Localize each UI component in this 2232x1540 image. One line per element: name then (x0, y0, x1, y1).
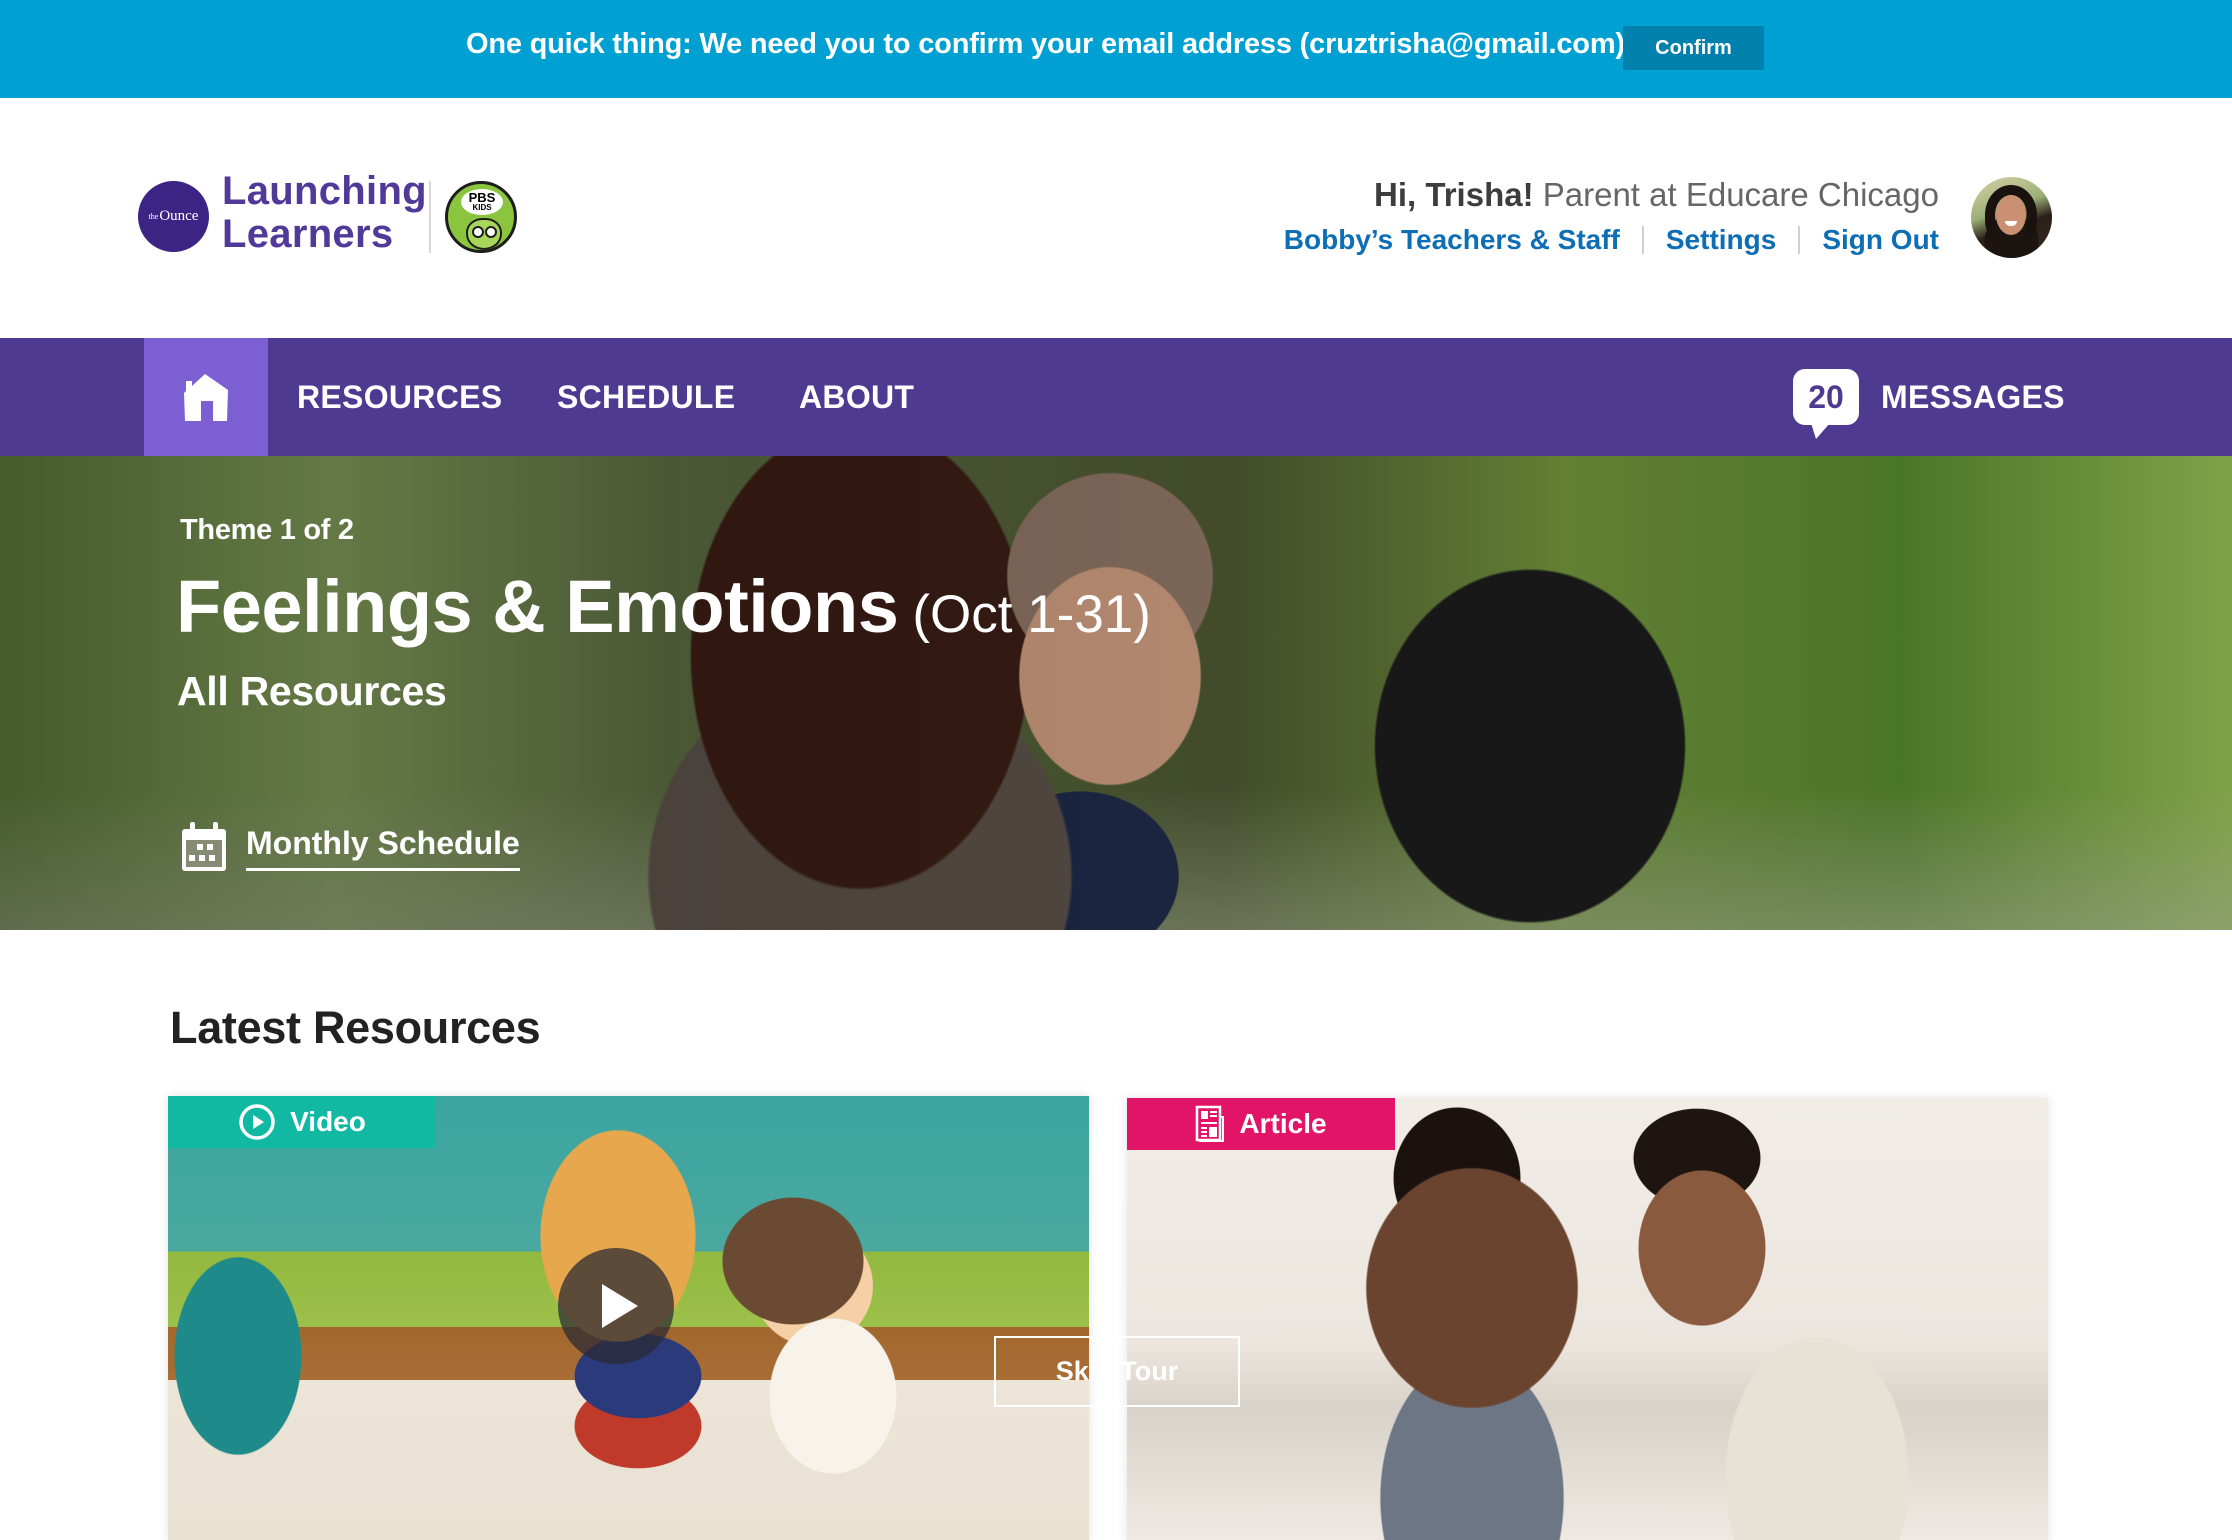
kids-text: KIDS (472, 203, 492, 212)
pbs-dash-face-icon (466, 218, 502, 250)
nav-home-button[interactable] (144, 338, 268, 456)
main-nav: RESOURCES SCHEDULE ABOUT 20 MESSAGES (0, 338, 2232, 456)
launching-learners-logo[interactable]: Launching Learners (222, 170, 427, 256)
theme-dates: (Oct 1-31) (912, 585, 1151, 644)
pbs-kids-logo: PBS KIDS (445, 181, 517, 253)
link-separator (1641, 226, 1644, 254)
newspaper-icon (1195, 1105, 1225, 1143)
home-icon (184, 374, 228, 421)
play-circle-icon (238, 1103, 276, 1141)
nav-item-resources[interactable]: RESOURCES (297, 338, 502, 456)
video-play-button[interactable] (558, 1248, 674, 1364)
settings-link[interactable]: Settings (1666, 224, 1776, 256)
messages-label: MESSAGES (1881, 378, 2065, 415)
all-resources-link[interactable]: All Resources (177, 668, 447, 715)
theme-hero: Theme 1 of 2 Feelings & Emotions (Oct 1-3… (0, 456, 2232, 930)
play-icon (602, 1284, 638, 1328)
banner-message: One quick thing: We need you to confirm … (466, 28, 1633, 60)
monthly-schedule-link[interactable]: Monthly Schedule (180, 821, 520, 873)
link-separator (1798, 226, 1801, 254)
greeting-role: Parent at Educare Chicago (1542, 176, 1939, 213)
logo-ounce-text: Ounce (159, 208, 199, 224)
theme-title-text: Feelings & Emotions (176, 565, 899, 648)
resource-card-article[interactable]: Article (1127, 1098, 2048, 1540)
user-greeting: Hi, Trisha! Parent at Educare Chicago (1374, 176, 1939, 214)
confirm-email-button[interactable]: Confirm (1623, 26, 1764, 70)
nav-item-about[interactable]: ABOUT (799, 338, 914, 456)
nav-messages[interactable]: 20 MESSAGES (1793, 338, 2065, 456)
pbs-eye-left (472, 226, 484, 238)
sign-out-link[interactable]: Sign Out (1822, 224, 1939, 256)
calendar-icon (182, 822, 226, 871)
user-avatar[interactable] (1971, 177, 2052, 258)
teachers-staff-link[interactable]: Bobby’s Teachers & Staff (1284, 224, 1620, 256)
resource-type-label: Article (1239, 1108, 1327, 1139)
avatar-face (1996, 195, 2026, 235)
pbs-kids-wordmark: PBS KIDS (461, 189, 503, 215)
the-ounce-logo[interactable]: the Ounce (138, 181, 209, 252)
theme-title: Feelings & Emotions (Oct 1-31) (176, 564, 1151, 649)
email-confirmation-banner: One quick thing: We need you to confirm … (0, 0, 2232, 98)
latest-resources-heading: Latest Resources (170, 1002, 541, 1053)
logo-ounce-prefix: the (148, 212, 159, 221)
skip-tour-button[interactable]: Skip Tour (994, 1336, 1240, 1407)
resource-type-badge: Article (1127, 1098, 1395, 1150)
pbs-eye-right (485, 226, 497, 238)
theme-counter: Theme 1 of 2 (180, 514, 354, 546)
monthly-schedule-label: Monthly Schedule (246, 824, 520, 871)
logo-line-1: Launching (222, 169, 427, 213)
message-bubble-icon: 20 (1793, 369, 1859, 439)
nav-item-schedule[interactable]: SCHEDULE (557, 338, 735, 456)
resource-type-badge: Video (168, 1096, 436, 1148)
user-links: Bobby’s Teachers & Staff Settings Sign O… (1284, 224, 1939, 256)
logo-divider (429, 181, 431, 253)
messages-count: 20 (1808, 378, 1844, 415)
logo-line-2: Learners (222, 212, 394, 256)
greeting-name: Hi, Trisha! (1374, 176, 1534, 213)
resource-type-label: Video (290, 1106, 366, 1137)
